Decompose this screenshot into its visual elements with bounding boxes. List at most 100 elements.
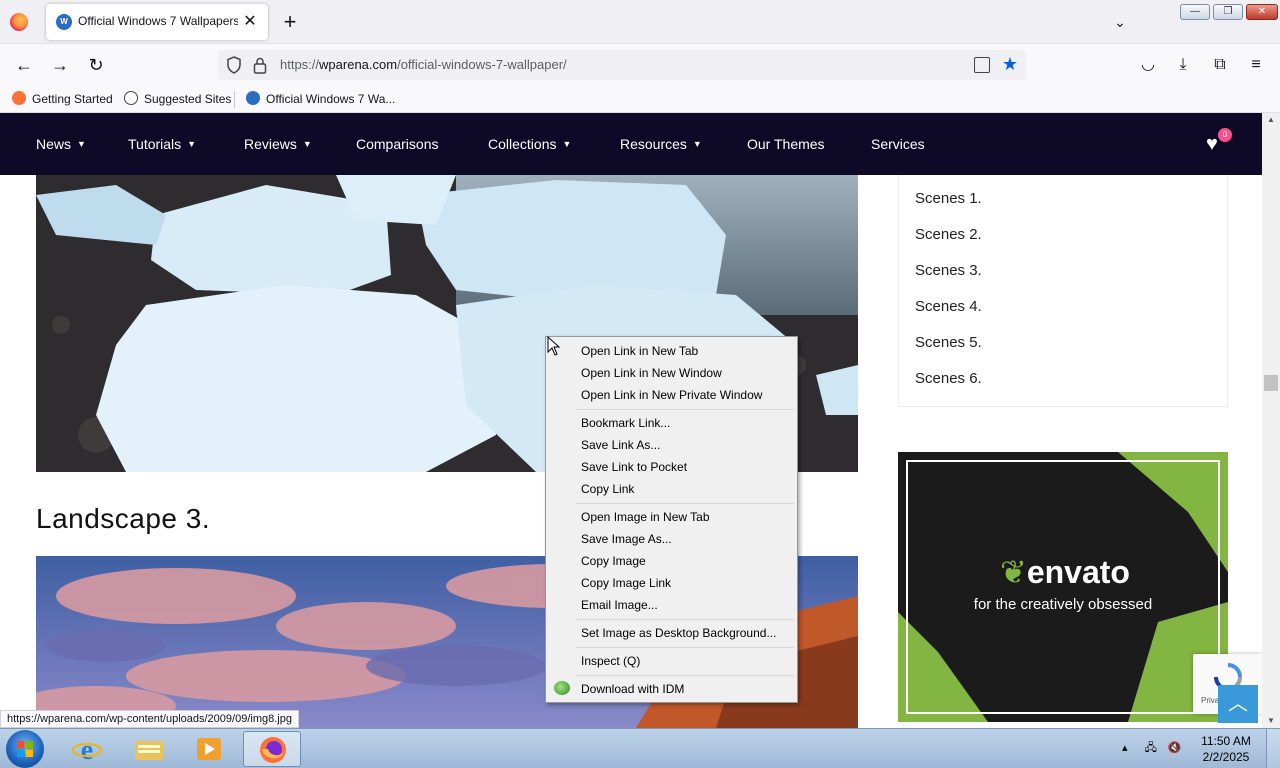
url-domain: wparena.com [319, 57, 398, 72]
bookmark-suggested-sites[interactable]: Suggested Sites [124, 90, 231, 108]
taskbar-media-player[interactable] [180, 731, 238, 767]
forward-button[interactable]: → [47, 52, 73, 78]
restore-button[interactable]: ❐ [1213, 4, 1243, 20]
chevron-down-icon: ▼ [77, 139, 86, 149]
menu-inspect[interactable]: Inspect (Q) [581, 651, 640, 671]
tab-strip: W Official Windows 7 Wallpapers ✕ + ⌄ — … [0, 0, 1280, 44]
wparena-favicon-icon: W [56, 14, 72, 30]
toc-item[interactable]: Scenes 3. [915, 261, 982, 281]
context-menu: Open Link in New Tab Open Link in New Wi… [545, 336, 798, 703]
windows-taskbar: e ▴ 🖧 🔇 11:50 AM 2/2/2025 [0, 728, 1280, 768]
list-all-tabs-icon[interactable]: ⌄ [1110, 12, 1130, 32]
wparena-favicon-icon [246, 91, 260, 105]
nav-collections[interactable]: Collections ▼ [488, 135, 571, 153]
nav-services[interactable]: Services [871, 135, 925, 153]
tab-title: Official Windows 7 Wallpapers [78, 14, 238, 28]
show-hidden-icons-icon[interactable]: ▴ [1122, 742, 1128, 754]
taskbar-firefox[interactable] [243, 731, 301, 767]
system-clock[interactable]: 11:50 AM 2/2/2025 [1196, 733, 1256, 765]
toc-item[interactable]: Scenes 1. [915, 189, 982, 209]
nav-news[interactable]: News ▼ [36, 135, 86, 153]
bookmark-separator [234, 91, 235, 108]
nav-label: Our Themes [747, 136, 825, 152]
close-tab-icon[interactable]: ✕ [240, 12, 260, 32]
clock-date: 2/2/2025 [1202, 750, 1250, 764]
menu-open-link-new-tab[interactable]: Open Link in New Tab [581, 341, 698, 361]
ad-tagline: for the creatively obsessed [973, 596, 1153, 613]
extensions-icon[interactable]: ⧉ [1209, 54, 1231, 76]
url-path: /official-windows-7-wallpaper/ [397, 57, 567, 72]
nav-our-themes[interactable]: Our Themes [747, 135, 825, 153]
taskbar-windows-explorer[interactable] [120, 731, 178, 767]
url-prefix: https:// [280, 57, 320, 72]
reload-button[interactable]: ↻ [83, 52, 109, 78]
menu-save-link-to-pocket[interactable]: Save Link to Pocket [581, 457, 687, 477]
nav-label: Reviews [244, 136, 297, 152]
bookmarks-toolbar: Getting Started Suggested Sites Official… [0, 86, 1280, 113]
menu-copy-image[interactable]: Copy Image [581, 551, 646, 571]
network-icon[interactable]: 🖧 [1145, 742, 1157, 754]
bookmark-label: Suggested Sites [144, 92, 232, 106]
internet-explorer-icon: e [72, 735, 102, 763]
url-bar[interactable]: https://wparena.com/official-windows-7-w… [218, 50, 1026, 80]
recaptcha-privacy-link[interactable]: Priva [1201, 696, 1219, 705]
menu-separator [576, 675, 794, 676]
navigation-bar: ← → ↻ https://wparena.com/official-windo… [0, 44, 1280, 86]
page-scrollbar[interactable]: ▲ ▼ [1262, 113, 1280, 728]
envato-ad-banner[interactable]: ❦envato for the creatively obsessed [898, 452, 1228, 722]
chevron-down-icon: ▼ [302, 139, 312, 149]
tab-active[interactable]: W Official Windows 7 Wallpapers ✕ [46, 4, 268, 40]
show-desktop-button[interactable] [1266, 729, 1280, 768]
nav-label: Comparisons [356, 136, 439, 152]
menu-copy-image-link[interactable]: Copy Image Link [581, 573, 671, 593]
link-status-bar: https://wparena.com/wp-content/uploads/2… [0, 710, 299, 728]
menu-open-link-private-window[interactable]: Open Link in New Private Window [581, 385, 762, 405]
menu-save-image-as[interactable]: Save Image As... [581, 529, 672, 549]
menu-email-image[interactable]: Email Image... [581, 595, 658, 615]
clock-time: 11:50 AM [1201, 734, 1251, 748]
hamburger-menu-icon[interactable]: ≡ [1245, 54, 1267, 76]
folder-icon [135, 741, 163, 760]
toc-item[interactable]: Scenes 2. [915, 225, 982, 245]
window-close-button[interactable]: ✕ [1246, 4, 1278, 20]
menu-separator [576, 503, 794, 504]
toc-item[interactable]: Scenes 5. [915, 333, 982, 353]
new-tab-button[interactable]: + [278, 8, 302, 36]
nav-reviews[interactable]: Reviews ▼ [244, 135, 312, 153]
back-to-top-button[interactable]: ︿ [1218, 685, 1258, 723]
downloads-icon[interactable]: ⤓ [1172, 54, 1194, 76]
nav-comparisons[interactable]: Comparisons [356, 135, 438, 153]
menu-open-image-new-tab[interactable]: Open Image in New Tab [581, 507, 710, 527]
scroll-up-arrow-icon[interactable]: ▲ [1262, 113, 1280, 127]
idm-icon [554, 681, 570, 695]
menu-copy-link[interactable]: Copy Link [581, 479, 634, 499]
reader-view-icon[interactable] [974, 57, 990, 73]
menu-set-desktop-background[interactable]: Set Image as Desktop Background... [581, 623, 776, 643]
menu-download-with-idm[interactable]: Download with IDM [581, 679, 684, 699]
screen: W Official Windows 7 Wallpapers ✕ + ⌄ — … [0, 0, 1280, 768]
pocket-icon[interactable]: ◡ [1137, 54, 1159, 76]
back-button[interactable]: ← [11, 52, 37, 78]
nav-tutorials[interactable]: Tutorials ▼ [128, 135, 196, 153]
firefox-icon[interactable] [10, 13, 28, 31]
bookmark-getting-started[interactable]: Getting Started [12, 90, 113, 108]
bookmark-wparena[interactable]: Official Windows 7 Wa... [246, 90, 395, 108]
toc-item[interactable]: Scenes 4. [915, 297, 982, 317]
section-heading: Landscape 3. [36, 503, 211, 534]
menu-bookmark-link[interactable]: Bookmark Link... [581, 413, 670, 433]
menu-open-link-new-window[interactable]: Open Link in New Window [581, 363, 722, 383]
nav-resources[interactable]: Resources ▼ [620, 135, 702, 153]
minimize-button[interactable]: — [1180, 4, 1210, 20]
url-text[interactable]: https://wparena.com/official-windows-7-w… [280, 57, 567, 72]
taskbar-internet-explorer[interactable]: e [58, 731, 116, 767]
start-button[interactable] [6, 730, 44, 768]
lock-icon[interactable] [252, 56, 268, 74]
menu-save-link-as[interactable]: Save Link As... [581, 435, 660, 455]
nav-label: Collections [488, 136, 557, 152]
scrollbar-thumb[interactable] [1264, 375, 1278, 391]
toc-item[interactable]: Scenes 6. [915, 369, 982, 389]
scroll-down-arrow-icon[interactable]: ▼ [1262, 714, 1280, 728]
shield-icon[interactable] [226, 56, 242, 74]
bookmark-star-icon[interactable]: ★ [1000, 53, 1020, 75]
volume-muted-icon[interactable]: 🔇 [1168, 742, 1182, 754]
